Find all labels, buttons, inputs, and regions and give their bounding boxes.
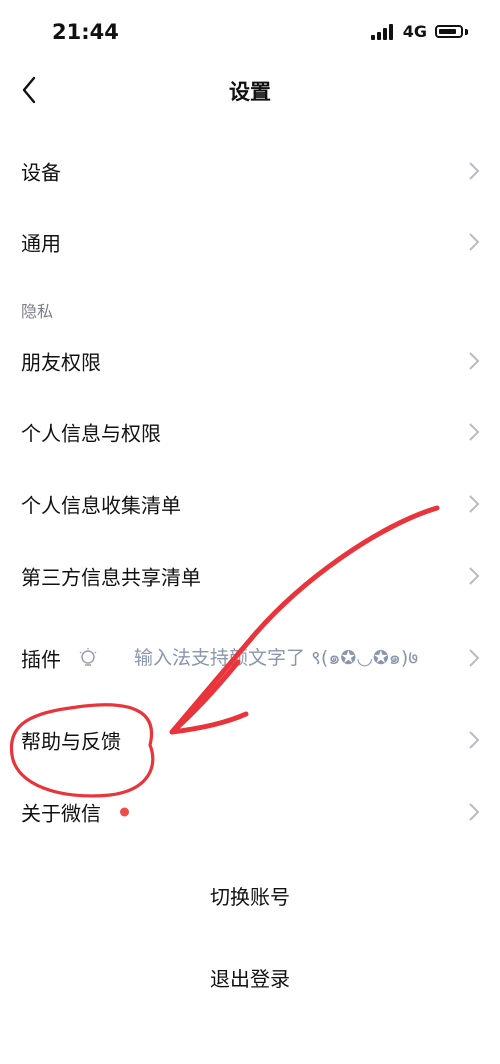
settings-item-label: 帮助与反馈 xyxy=(21,729,121,754)
status-indicators: 4G xyxy=(370,22,468,41)
chevron-right-icon xyxy=(469,352,480,370)
battery-icon xyxy=(435,25,463,38)
settings-item-label: 设备 xyxy=(21,160,61,185)
chevron-right-icon xyxy=(469,803,480,821)
section-header-privacy: 隐私 xyxy=(21,302,54,321)
settings-item-label: 个人信息与权限 xyxy=(21,421,161,446)
status-time: 21:44 xyxy=(52,20,119,44)
settings-item-help-feedback[interactable]: 帮助与反馈 xyxy=(0,710,500,770)
chevron-right-icon xyxy=(469,495,480,513)
chevron-right-icon xyxy=(469,162,480,180)
settings-item-personal-info-permissions[interactable]: 个人信息与权限 xyxy=(0,402,500,462)
settings-item-label: 关于微信 xyxy=(21,801,101,826)
settings-item-personal-info-collection[interactable]: 个人信息收集清单 xyxy=(0,474,500,534)
nav-bar: 设置 xyxy=(0,66,500,112)
settings-item-label: 插件 xyxy=(21,647,61,672)
logout-button[interactable]: 退出登录 xyxy=(0,963,500,992)
settings-item-label: 第三方信息共享清单 xyxy=(21,565,201,590)
page-title: 设置 xyxy=(229,80,271,104)
annotation-arrow-shaft xyxy=(169,505,440,735)
status-bar: 21:44 4G xyxy=(0,0,500,66)
notification-dot xyxy=(120,807,129,817)
chevron-right-icon xyxy=(469,423,480,441)
signal-icon xyxy=(370,23,395,40)
settings-item-about-wechat[interactable]: 关于微信 xyxy=(0,782,500,842)
switch-account-button[interactable]: 切换账号 xyxy=(0,881,500,910)
chevron-right-icon xyxy=(469,567,480,585)
settings-item-label: 个人信息收集清单 xyxy=(21,493,181,518)
settings-item-general[interactable]: 通用 xyxy=(0,212,500,272)
settings-item-friend-permissions[interactable]: 朋友权限 xyxy=(0,331,500,391)
battery-cap xyxy=(465,28,468,35)
network-label: 4G xyxy=(402,22,427,41)
plugin-status-text: 输入法支持颜文字了 ९(๑✪◡✪๑)७ xyxy=(134,647,419,669)
chevron-right-icon xyxy=(469,649,480,667)
chevron-right-icon xyxy=(469,731,480,749)
settings-item-label: 朋友权限 xyxy=(21,350,101,375)
settings-item-plugins[interactable]: 插件 输入法支持颜文字了 ९(๑✪◡✪๑)७ xyxy=(0,628,500,688)
lightbulb-icon xyxy=(79,648,97,666)
chevron-right-icon xyxy=(469,233,480,251)
settings-item-label: 通用 xyxy=(21,231,61,256)
settings-item-device[interactable]: 设备 xyxy=(0,141,500,201)
settings-item-third-party-sharing[interactable]: 第三方信息共享清单 xyxy=(0,546,500,606)
